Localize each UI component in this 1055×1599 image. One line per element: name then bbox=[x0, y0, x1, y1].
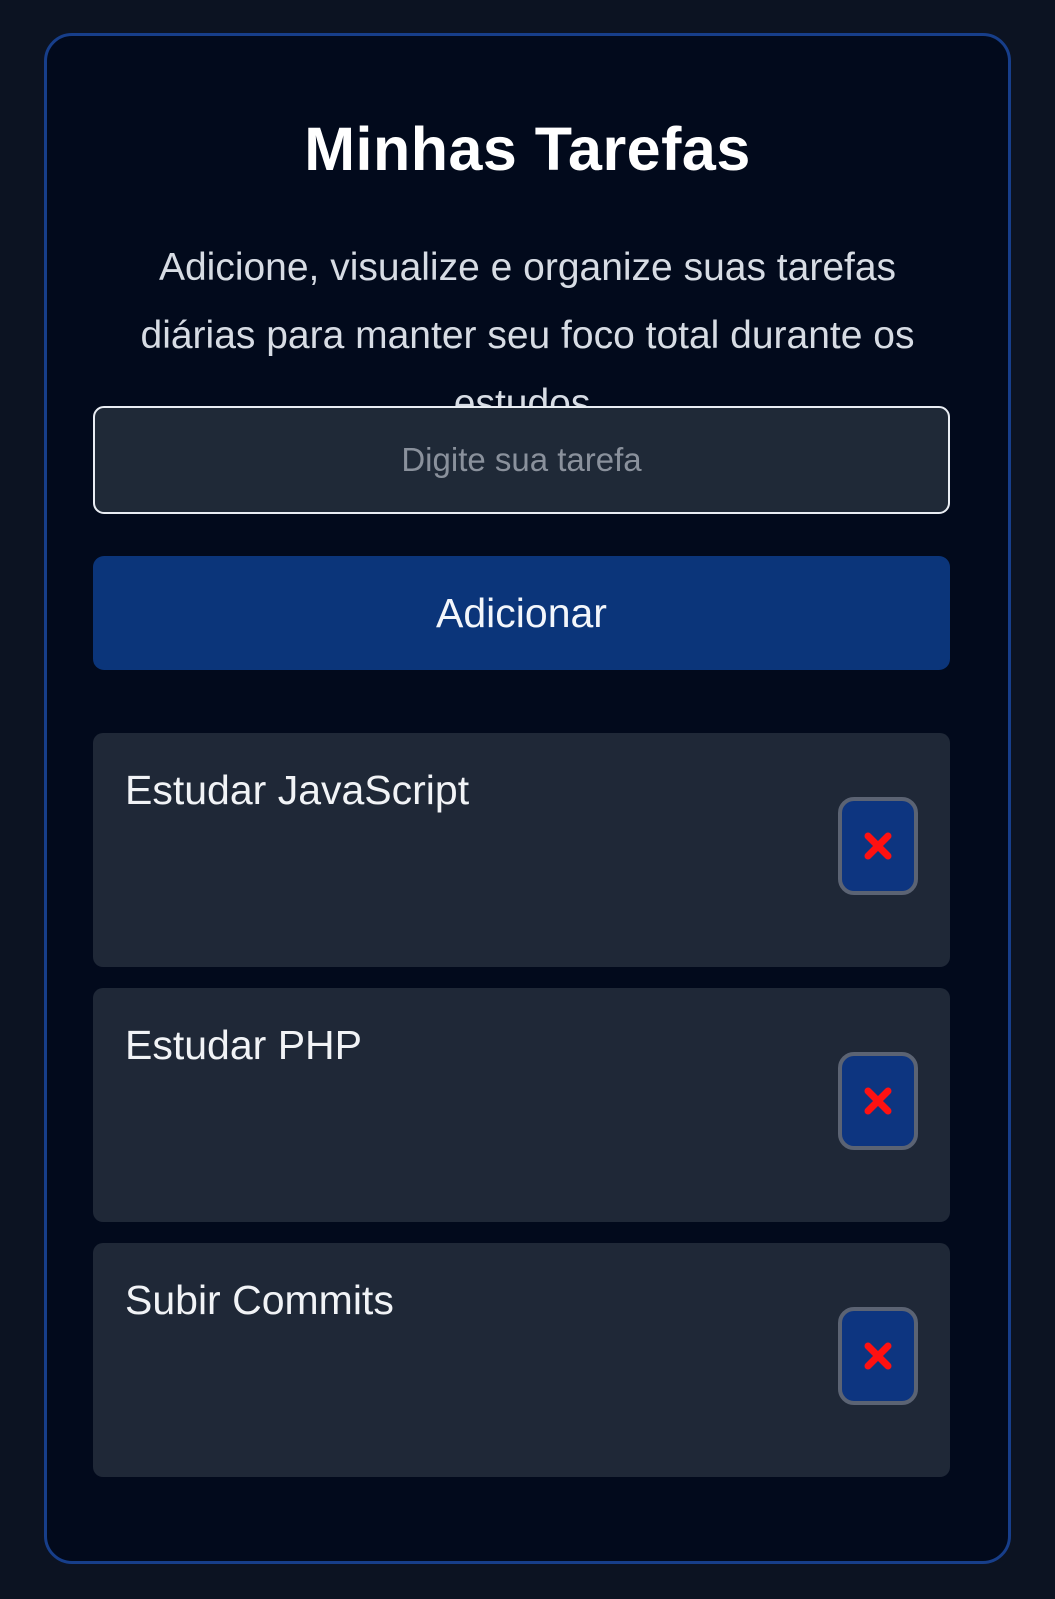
task-text: Subir Commits bbox=[125, 1277, 394, 1323]
task-card: Minhas Tarefas Adicione, visualize e org… bbox=[44, 33, 1011, 1564]
delete-task-button[interactable] bbox=[838, 1052, 918, 1150]
task-text: Estudar JavaScript bbox=[125, 767, 470, 813]
close-x-icon bbox=[864, 1342, 892, 1370]
task-item: Subir Commits bbox=[93, 1243, 950, 1477]
task-text: Estudar PHP bbox=[125, 1022, 362, 1068]
delete-task-button[interactable] bbox=[838, 797, 918, 895]
task-list: Estudar JavaScript Estudar PHP Subir Com… bbox=[93, 733, 950, 1498]
page-title: Minhas Tarefas bbox=[304, 115, 751, 183]
close-x-icon bbox=[864, 832, 892, 860]
task-item: Estudar PHP bbox=[93, 988, 950, 1222]
add-task-button[interactable]: Adicionar bbox=[93, 556, 950, 670]
task-item: Estudar JavaScript bbox=[93, 733, 950, 967]
close-x-icon bbox=[864, 1087, 892, 1115]
delete-task-button[interactable] bbox=[838, 1307, 918, 1405]
task-input[interactable] bbox=[93, 406, 950, 514]
